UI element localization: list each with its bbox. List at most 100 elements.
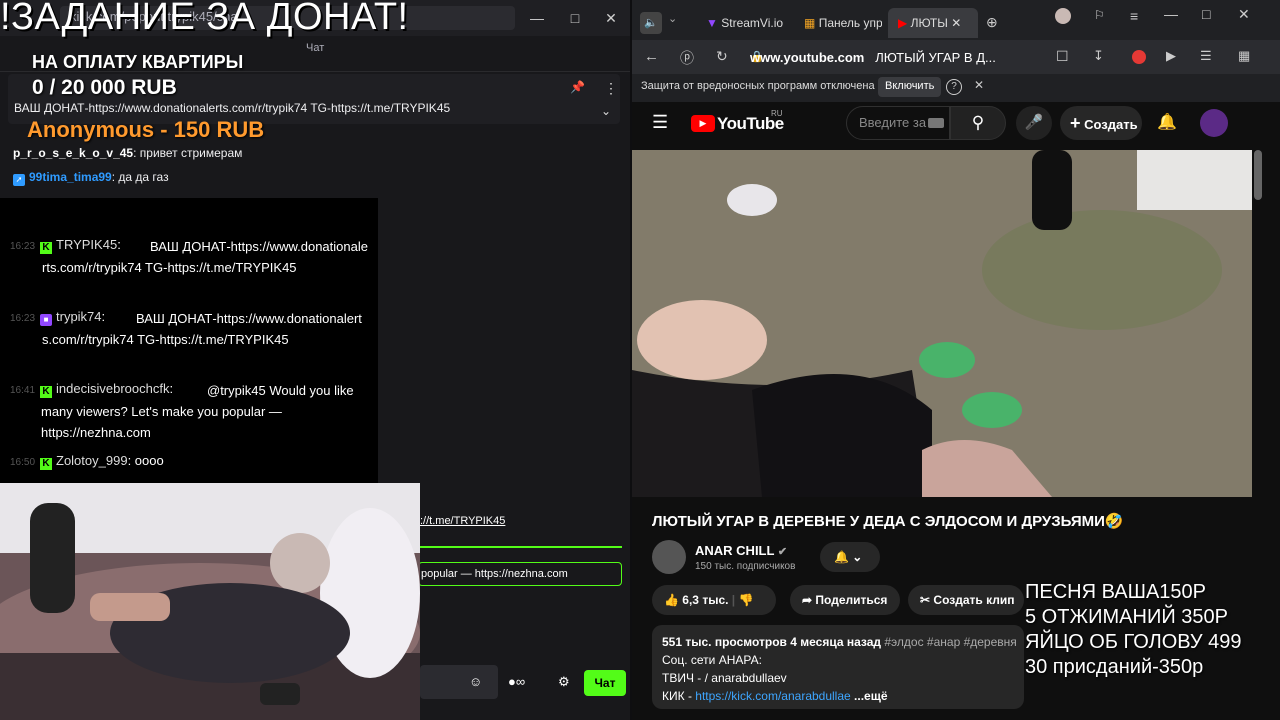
tab-panel[interactable]: ▦ Панель упр xyxy=(794,8,882,38)
kick-icon: K xyxy=(40,386,52,398)
chevron-down-icon: ⌄ xyxy=(852,550,863,564)
desc-line: ТВИЧ - / anarabdullaev xyxy=(662,671,787,685)
chat-message: ➚ 99tima_tima99: да да газ xyxy=(13,170,169,186)
desc-link: https://kick.com/anarabdullae xyxy=(695,689,851,703)
gear-icon[interactable]: ⚙ xyxy=(558,674,570,690)
price-item: ПЕСНЯ ВАША150Р xyxy=(1025,581,1206,603)
extension-icon[interactable] xyxy=(1132,50,1146,64)
tags: #элдос #анар #деревня xyxy=(884,635,1017,649)
view-stats: 551 тыс. просмотров 4 месяца назад xyxy=(662,635,882,649)
keyboard-icon[interactable] xyxy=(928,118,944,128)
extension-icon[interactable]: ▶ xyxy=(1166,48,1176,64)
badge-icon: ➚ xyxy=(13,174,25,186)
back-icon[interactable]: ← xyxy=(644,48,659,65)
webcam-feed xyxy=(0,483,420,720)
tab-streamvi[interactable]: ▼ StreamVi.io xyxy=(696,8,784,38)
video-description[interactable]: 551 тыс. просмотров 4 месяца назад #элдо… xyxy=(652,625,1024,709)
price-item: 30 присданий-350р xyxy=(1025,656,1204,678)
like-button[interactable]: 👍 6,3 тыс. | 👎 xyxy=(652,585,776,615)
minimize-icon[interactable]: — xyxy=(524,6,550,30)
extension-icon[interactable]: ▦ xyxy=(1238,48,1250,64)
divider xyxy=(420,546,622,548)
subscriber-count: 150 тыс. подписчиков xyxy=(695,561,796,572)
new-tab-icon[interactable]: ⊕ xyxy=(986,14,998,31)
video-player[interactable] xyxy=(632,150,1252,497)
clip-button[interactable]: ✂ Создать клип xyxy=(908,585,1024,615)
tab-youtube[interactable]: ▶ ЛЮТЫ ✕ xyxy=(888,8,978,38)
kick-icon: K xyxy=(40,458,52,470)
overlay-title: !ЗАДАНИЕ ЗА ДОНАТ! xyxy=(0,0,409,38)
profile-avatar[interactable] xyxy=(1055,8,1071,24)
warning-text: Защита от вредоносных программ отключена xyxy=(641,80,875,92)
scissors-icon: ✂ xyxy=(920,593,931,607)
chat-username: p_r_o_s_e_k_o_v_45 xyxy=(13,146,134,160)
download-icon[interactable]: ↧ xyxy=(1093,48,1104,64)
reload-icon[interactable]: ↻ xyxy=(716,48,728,65)
verified-icon: ✔ xyxy=(777,546,788,558)
price-item: 5 ОТЖИМАНИЙ 350Р xyxy=(1025,606,1228,628)
tab-icon: ▼ xyxy=(706,16,718,30)
channel-name[interactable]: ANAR CHILL ✔ xyxy=(695,543,787,558)
donation-price-list: ПЕСНЯ ВАША150Р 5 ОТЖИМАНИЙ 350Р ЯЙЦО ОБ … xyxy=(1025,580,1242,680)
extension-icon[interactable]: ☰ xyxy=(1200,48,1212,64)
create-button[interactable]: + Создать xyxy=(1060,106,1142,140)
chat-link-fragment[interactable]: ://t.me/TRYPIK45 xyxy=(420,515,505,527)
chat-username: 99tima_tima99 xyxy=(29,170,112,184)
menu-icon[interactable]: ≡ xyxy=(1130,8,1138,24)
enable-button[interactable]: Включить xyxy=(878,77,942,97)
tab-icon: ▦ xyxy=(804,16,816,30)
mic-icon[interactable]: 🎤 xyxy=(1016,106,1052,140)
goal-label: НА ОПЛАТУ КВАРТИРЫ xyxy=(32,52,244,72)
scrollbar[interactable] xyxy=(1254,150,1262,200)
bell-icon[interactable]: 🔔 xyxy=(1157,112,1177,132)
chat-message: p_r_o_s_e_k_o_v_45: привет стримерам xyxy=(13,146,243,160)
share-icon: ➦ xyxy=(802,593,813,607)
thumbs-down-icon: 👎 xyxy=(738,593,754,607)
twitch-icon: ■ xyxy=(40,314,52,326)
bookmark-icon[interactable]: ⚐ xyxy=(1094,8,1105,22)
maximize-icon[interactable]: □ xyxy=(562,6,588,30)
pinned-text: ВАШ ДОНАТ-https://www.donationalerts.com… xyxy=(14,101,451,115)
price-item: ЯЙЦО ОБ ГОЛОВУ 499 xyxy=(1025,631,1242,653)
youtube-logo-icon[interactable]: ▶ xyxy=(691,115,715,132)
video-title: ЛЮТЫЙ УГАР В ДЕРЕВНЕ У ДЕДА С ЭЛДОСОМ И … xyxy=(652,513,1124,530)
chat-input[interactable] xyxy=(420,665,498,699)
hamburger-icon[interactable]: ☰ xyxy=(652,112,668,133)
thumbs-up-icon: 👍 xyxy=(664,593,679,607)
close-icon[interactable]: ✕ xyxy=(598,6,624,30)
last-donor: Anonymous - 150 RUB xyxy=(27,117,265,142)
avatar[interactable] xyxy=(1200,109,1228,137)
notification-bell-button[interactable]: 🔔 ⌄ xyxy=(820,542,880,572)
overlay-chat-message: 16:50 K Zolotoy_999: oooo xyxy=(10,453,164,470)
more-options-icon[interactable]: ⋮ xyxy=(604,80,618,97)
chat-text: да да газ xyxy=(118,170,169,184)
channel-avatar[interactable] xyxy=(652,540,686,574)
search-icon[interactable]: ⚲ xyxy=(950,106,1006,140)
youtube-icon: ▶ xyxy=(898,16,908,30)
minimize-icon[interactable]: — xyxy=(1164,6,1178,22)
audio-icon[interactable]: 🔈 xyxy=(640,12,662,34)
emoji-icon[interactable]: ☺ xyxy=(469,674,482,689)
yandex-icon[interactable]: ⓟ xyxy=(680,48,694,68)
chevron-down-icon[interactable]: ⌄ xyxy=(668,12,677,25)
share-button[interactable]: ➦ Поделиться xyxy=(790,585,900,615)
users-icon[interactable]: ●∞ xyxy=(508,674,525,689)
close-icon[interactable]: ✕ xyxy=(1238,6,1250,23)
chevron-down-icon[interactable]: ⌄ xyxy=(601,104,611,118)
help-icon[interactable]: ? xyxy=(946,79,962,95)
region-code: RU xyxy=(771,109,783,118)
overlay-chat-message: 16:41 Kindecisivebroochcfk: @trypik45 Wou… xyxy=(10,381,354,440)
close-icon[interactable]: ✕ xyxy=(974,78,984,92)
pin-icon[interactable]: 📌 xyxy=(570,80,585,94)
bell-icon: 🔔 xyxy=(834,550,849,564)
overlay-chat-message: 16:23 ■ trypik74: ВАШ ДОНАТ-https://www.do… xyxy=(10,309,362,347)
overlay-chat-panel: 16:23 K TRYPIK45: ВАШ ДОНАТ-https://www.do… xyxy=(0,198,378,488)
url-field[interactable]: www.youtube.com ЛЮТЫЙ УГАР В Д... xyxy=(742,46,1082,70)
kick-icon: K xyxy=(40,242,52,254)
bookmark-icon[interactable]: ☐ xyxy=(1056,48,1069,65)
maximize-icon[interactable]: □ xyxy=(1202,6,1210,22)
desc-line: Соц. сети АНАРА: xyxy=(662,653,762,667)
overlay-chat-message: 16:23 K TRYPIK45: ВАШ ДОНАТ-https://www.do… xyxy=(10,237,368,275)
send-chat-button[interactable]: Чат xyxy=(584,670,626,696)
show-more-link: ...ещё xyxy=(854,689,888,703)
